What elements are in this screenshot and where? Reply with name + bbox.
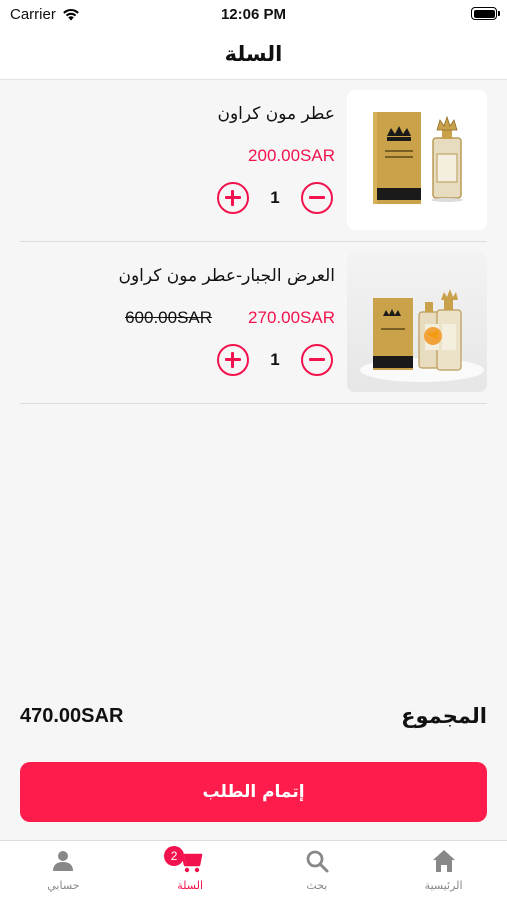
decrease-quantity-button[interactable] [301,344,333,376]
quantity-value: 1 [270,188,280,207]
page-title: السلة [224,41,283,66]
quantity-value: 1 [270,350,280,369]
tab-label: الرئيسية [424,879,463,892]
product-name: عطر مون كراون [217,104,335,124]
tab-cart[interactable]: 2 السلة [127,841,254,900]
tab-bar: حسابي 2 السلة بحث الرئيسية [0,840,507,900]
total-row: 470.00SAR المجموع [20,704,487,728]
cart-list: عطر مون كراون 200.00SAR 1 العرض الجبار-ع… [0,80,507,404]
increase-quantity-button[interactable] [217,344,249,376]
home-icon [432,850,455,872]
product-price: 200.00SAR [248,146,335,165]
product-price: 270.00SAR [248,308,335,327]
price-row: 200.00SAR [248,146,335,166]
quantity-stepper: 1 [217,344,333,376]
tab-label: حسابي [47,879,80,892]
tab-label: السلة [177,879,203,892]
quantity-stepper: 1 [217,182,333,214]
navigation-bar: السلة [0,28,507,80]
increase-quantity-button[interactable] [217,182,249,214]
product-image[interactable] [347,252,487,392]
price-row: 270.00SAR 600.00SAR [125,308,335,328]
tab-search[interactable]: بحث [254,841,381,900]
cart-item: عطر مون كراون 200.00SAR 1 [20,80,487,242]
search-icon [306,850,329,873]
original-price: 600.00SAR [125,308,213,327]
tab-account[interactable]: حسابي [0,841,127,900]
person-icon [53,851,74,871]
total-label: المجموع [401,704,487,728]
checkout-button[interactable]: إتمام الطلب [20,762,487,822]
product-image[interactable] [347,90,487,230]
status-time: 12:06 PM [220,6,287,23]
battery-icon [471,7,500,20]
decrease-quantity-button[interactable] [301,182,333,214]
status-bar: Carrier 12:06 PM [0,0,507,28]
product-name: العرض الجبار-عطر مون كراون [118,266,335,286]
cart-item: العرض الجبار-عطر مون كراون 270.00SAR 600… [20,242,487,404]
cart-badge: 2 [164,846,185,866]
tab-home[interactable]: الرئيسية [380,841,507,900]
tab-label: بحث [306,879,328,892]
total-value: 470.00SAR [20,704,124,727]
